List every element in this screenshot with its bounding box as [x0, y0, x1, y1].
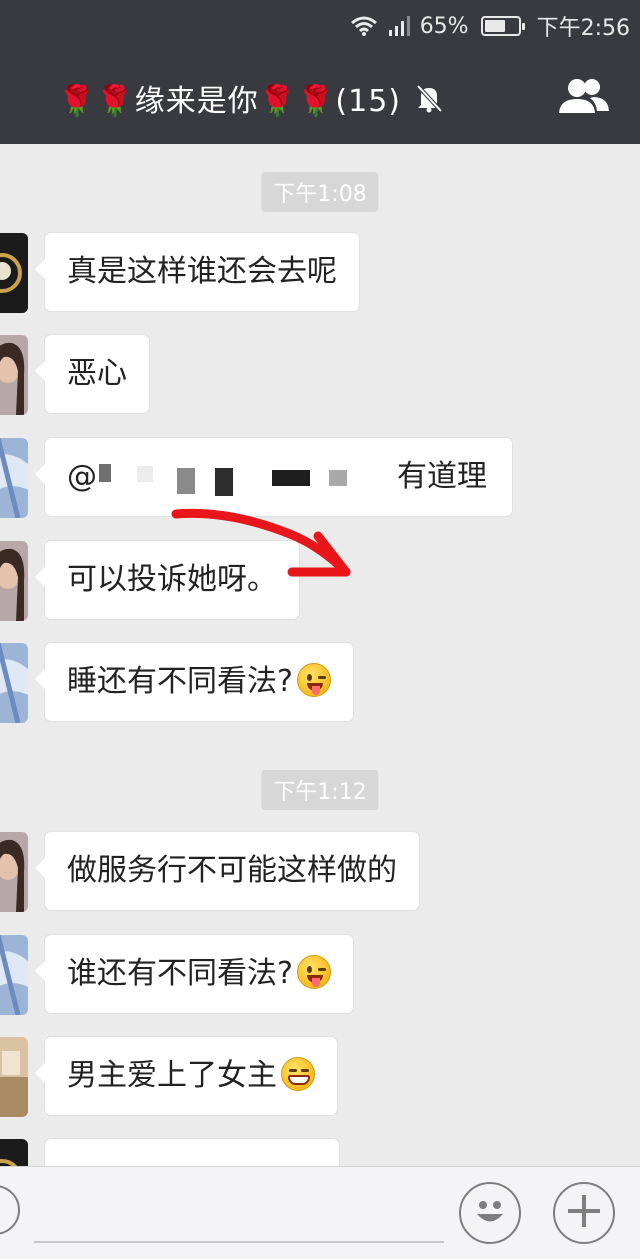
group-members-button[interactable] [556, 78, 612, 118]
battery-icon [480, 16, 525, 36]
message-bubble[interactable]: 真是这样谁还会去呢 [35, 233, 359, 311]
redacted-name [97, 458, 377, 498]
battery-percent: 65% [419, 13, 469, 39]
wifi-icon [350, 15, 378, 37]
red-arrow-annotation [171, 508, 351, 577]
message-text: 有道理 [397, 459, 487, 494]
avatar[interactable] [0, 1139, 28, 1166]
chat-header: 🌹🌹缘来是你🌹🌹(15) [0, 52, 640, 144]
message-bubble[interactable]: 男主爱上了女主 [35, 1037, 337, 1115]
message-text: 男主爱上了女主 [67, 1058, 277, 1093]
group-members-icon [557, 77, 611, 119]
avatar[interactable] [0, 643, 28, 723]
message-text: 做服务行不可能这样做的 [67, 853, 397, 888]
message-bubble[interactable]: 恶心 [35, 335, 149, 413]
chat-messages[interactable]: 下午1:08 真是这样谁还会去呢 恶心 @ 有道理 可以投诉她呀。 睡还有不同看… [0, 144, 640, 1166]
plus-icon [564, 1191, 604, 1235]
avatar[interactable] [0, 935, 28, 1015]
wink-tongue-emoji-icon [296, 662, 331, 697]
message-text: 谁还有不同看法? [67, 956, 293, 991]
chat-title-group: 🌹🌹缘来是你🌹🌹(15) [58, 52, 443, 144]
avatar[interactable] [0, 1037, 28, 1117]
emoji-icon [468, 1189, 512, 1237]
avatar[interactable] [0, 438, 28, 518]
avatar[interactable] [0, 832, 28, 912]
timestamp: 下午1:08 [261, 172, 379, 212]
mention-prefix: @ [67, 459, 97, 494]
message-bubble[interactable]: 睡还有不同看法? [35, 643, 353, 721]
more-button[interactable] [553, 1182, 615, 1244]
message-bubble[interactable]: 做服务行不可能这样做的 [35, 832, 419, 910]
grin-emoji-icon [281, 1056, 315, 1091]
avatar[interactable] [0, 335, 28, 415]
message-text: 恶心 [67, 356, 127, 391]
signal-icon [388, 15, 410, 37]
timestamp: 下午1:12 [261, 770, 379, 810]
message-text: 真是这样谁还会去呢 [67, 254, 337, 289]
message-text: 睡还有不同看法? [67, 664, 293, 699]
emoji-button[interactable] [459, 1182, 521, 1244]
status-time: 下午2:56 [536, 16, 630, 41]
bell-off-icon [415, 83, 443, 113]
avatar[interactable] [0, 541, 28, 621]
chat-title: 🌹🌹缘来是你🌹🌹(15) [58, 84, 401, 119]
battery-fill [484, 20, 506, 32]
message-input[interactable] [34, 1187, 444, 1243]
voice-button[interactable] [0, 1185, 20, 1235]
message-bubble[interactable]: 谁还有不同看法? [35, 935, 353, 1013]
status-bar: 65% 下午2:56 [0, 0, 640, 52]
wink-tongue-emoji-icon [296, 954, 331, 989]
input-bar [0, 1166, 640, 1259]
avatar[interactable] [0, 233, 28, 313]
message-bubble[interactable] [35, 1139, 339, 1166]
